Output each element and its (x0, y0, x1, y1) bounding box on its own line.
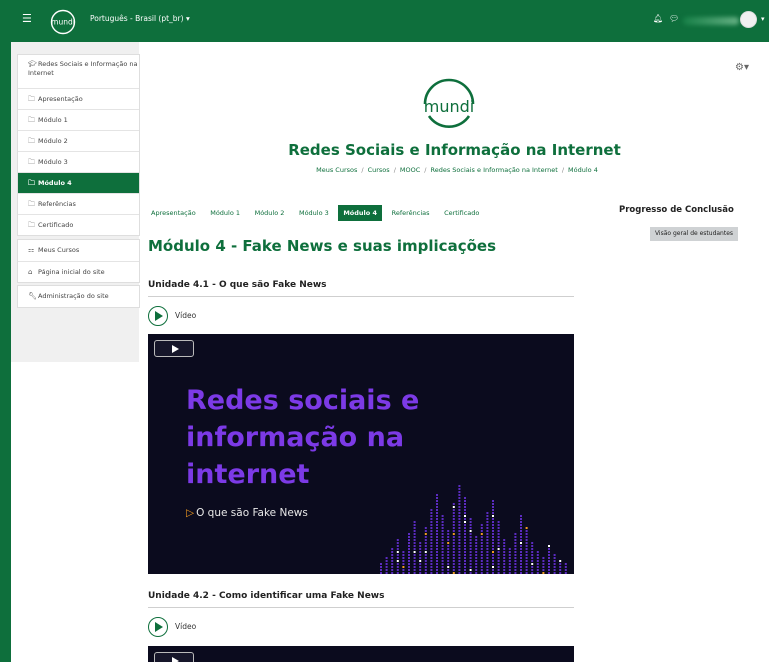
sidebar: 🎓︎Redes Sociais e Informação na Internet… (11, 42, 140, 362)
sidebar-item-meus-cursos[interactable]: ⚏ Meus Cursos (18, 240, 139, 261)
tab-modulo-3[interactable]: Módulo 3 (294, 205, 334, 221)
sidebar-item-label: Página inicial do site (38, 268, 105, 276)
cubes-icon: ⚏ (28, 246, 35, 254)
sidebar-item-apresentacao[interactable]: 🗀 Apresentação (18, 88, 139, 109)
sidebar-item-modulo-1[interactable]: 🗀 Módulo 1 (18, 109, 139, 130)
user-name-blurred[interactable] (683, 17, 739, 25)
chevron-down-icon[interactable]: ▾ (761, 15, 765, 23)
video-player[interactable] (148, 646, 574, 662)
course-logo: mundi (423, 78, 475, 129)
breadcrumb-item[interactable]: MOOC (400, 166, 420, 174)
sidebar-item-label: Referências (38, 200, 76, 208)
folder-icon: 🗀 (28, 116, 35, 124)
sidebar-item-administracao[interactable]: 🔧︎Administração do site (18, 286, 139, 307)
chat-icon[interactable]: 💬︎ (669, 14, 679, 23)
video-title-line: informação na (186, 422, 405, 453)
tab-referencias[interactable]: Referências (387, 205, 435, 221)
wrench-icon: 🔧︎ (28, 292, 37, 300)
breadcrumb: Meus Cursos / Cursos / MOOC / Redes Sociais e … (316, 166, 598, 174)
breadcrumb-item[interactable]: Módulo 4 (568, 166, 598, 174)
sidebar-item-label: Certificado (38, 221, 74, 229)
divider (148, 296, 574, 297)
mundi-logo[interactable]: mundi (50, 9, 76, 35)
sidebar-item-label: Administração do site (38, 292, 109, 300)
home-icon: ⌂ (28, 268, 33, 276)
top-navbar: ☰ mundi Português - Brasil (pt_br) ▾ 🔔︎ … (0, 0, 769, 42)
sidebar-item-pagina-inicial[interactable]: ⌂ Página inicial do site (18, 261, 139, 282)
logo-text: mundi (51, 18, 75, 27)
tab-certificado[interactable]: Certificado (439, 205, 484, 221)
module-title: Módulo 4 - Fake News e suas implicações (148, 237, 496, 255)
page-title: Redes Sociais e Informação na Internet (288, 141, 621, 159)
video-label: Vídeo (175, 311, 197, 320)
sidebar-item-referencias[interactable]: 🗀 Referências (18, 193, 139, 214)
folder-icon: 🗀 (28, 179, 35, 187)
folder-icon: 🗀 (28, 95, 35, 103)
equalizer-graphic (380, 485, 567, 574)
divider (148, 607, 574, 608)
sidebar-item-certificado[interactable]: 🗀 Certificado (18, 214, 139, 235)
video-label: Vídeo (175, 622, 197, 631)
unit-title: Unidade 4.2 - Como identificar uma Fake … (148, 591, 385, 601)
sidebar-item-label: Módulo 3 (38, 158, 68, 166)
play-button[interactable] (154, 340, 194, 357)
video-player[interactable]: Redes sociais e informação na internet ▷… (148, 334, 574, 574)
triangle-icon: ▷ (186, 507, 195, 519)
sidebar-site-group: ⚏ Meus Cursos ⌂ Página inicial do site (17, 239, 140, 283)
avatar[interactable] (740, 11, 757, 28)
play-circle-icon (148, 306, 168, 326)
sidebar-item-modulo-4[interactable]: 🗀 Módulo 4 (18, 172, 139, 193)
module-tabs: Apresentação Módulo 1 Módulo 2 Módulo 3 … (146, 205, 486, 223)
sidebar-admin-group: 🔧︎Administração do site (17, 285, 140, 308)
breadcrumb-item[interactable]: Cursos (368, 166, 390, 174)
sidebar-item-label: Módulo 1 (38, 116, 68, 124)
bell-icon[interactable]: 🔔︎ (653, 14, 663, 23)
folder-icon: 🗀 (28, 200, 35, 208)
breadcrumb-item[interactable]: Meus Cursos (316, 166, 357, 174)
gear-icon[interactable]: ⚙▾ (735, 62, 749, 73)
student-overview-button[interactable]: Visão geral de estudantes (650, 227, 738, 241)
video-subtitle-text: O que são Fake News (196, 507, 308, 519)
unit-title: Unidade 4.1 - O que são Fake News (148, 280, 327, 290)
breadcrumb-item[interactable]: Redes Sociais e Informação na Internet (430, 166, 557, 174)
tab-apresentacao[interactable]: Apresentação (146, 205, 201, 221)
play-button[interactable] (154, 652, 194, 662)
sidebar-item-label: Módulo 4 (38, 179, 72, 187)
video-title-line: Redes sociais e (186, 385, 420, 416)
left-accent-bar (0, 42, 11, 662)
sidebar-item-label: Apresentação (38, 95, 83, 103)
hamburger-menu-icon[interactable]: ☰ (22, 13, 32, 24)
video-subtitle: ▷ O que são Fake News (186, 507, 308, 519)
tab-modulo-4[interactable]: Módulo 4 (338, 205, 383, 221)
folder-icon: 🗀 (28, 221, 35, 229)
tab-modulo-2[interactable]: Módulo 2 (250, 205, 290, 221)
language-selector[interactable]: Português - Brasil (pt_br) ▾ (90, 14, 190, 23)
play-circle-icon (148, 617, 168, 637)
sidebar-item-course[interactable]: 🎓︎Redes Sociais e Informação na Internet (18, 55, 139, 88)
tab-modulo-1[interactable]: Módulo 1 (205, 205, 245, 221)
sidebar-item-label: Meus Cursos (38, 246, 80, 254)
sidebar-item-label: Redes Sociais e Informação na Internet (28, 60, 138, 77)
course-logo-text: mundi (424, 97, 474, 116)
progress-title: Progresso de Conclusão (619, 205, 734, 215)
graduation-cap-icon: 🎓︎ (28, 60, 37, 68)
